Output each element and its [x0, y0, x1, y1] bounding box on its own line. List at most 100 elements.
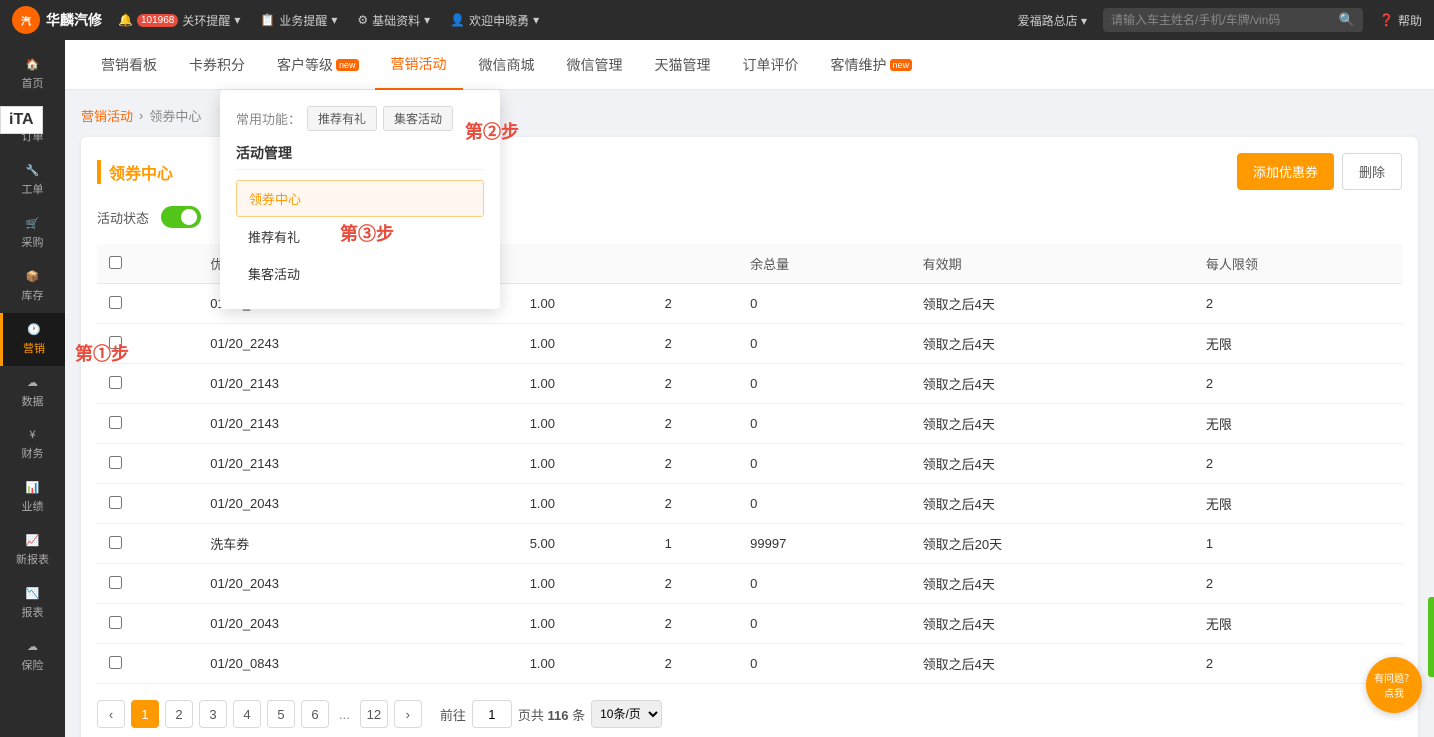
sidebar-item-reports[interactable]: 📉 报表 — [0, 577, 65, 630]
logo-icon: 汽 — [12, 6, 40, 34]
sidebar-item-finance[interactable]: ¥ 财务 — [0, 419, 65, 471]
sidebar-item-performance[interactable]: 📊 业绩 — [0, 471, 65, 524]
tab-card-points[interactable]: 卡券积分 — [173, 40, 261, 90]
row-checkbox-cell[interactable] — [97, 484, 198, 524]
tab-marketing-board[interactable]: 营销看板 — [85, 40, 173, 90]
sidebar-label-marketing: 营销 — [23, 340, 45, 356]
tab-customer-level[interactable]: 客户等级 new — [261, 40, 375, 90]
row-validity: 领取之后20天 — [911, 524, 1194, 564]
help-btn[interactable]: ❓ 帮助 — [1379, 12, 1422, 29]
row-col3 — [452, 524, 518, 564]
page-2-button[interactable]: 2 — [165, 700, 193, 728]
sidebar-item-new-reports[interactable]: 📈 新报表 — [0, 524, 65, 577]
row-name: 01/20_2043 — [198, 484, 452, 524]
row-checkbox[interactable] — [109, 576, 122, 589]
tab-customer-care[interactable]: 客情维护 new — [815, 40, 929, 90]
sidebar-label-home: 首页 — [22, 75, 44, 91]
tasks-btn[interactable]: 📋 业务提醒 ▾ — [260, 12, 337, 29]
dropdown-item-gather[interactable]: 集客活动 — [236, 256, 484, 291]
page-3-button[interactable]: 3 — [199, 700, 227, 728]
sidebar-item-insurance[interactable]: ☁ 保险 — [0, 630, 65, 683]
row-checkbox-cell[interactable] — [97, 444, 198, 484]
breadcrumb-current: 领券中心 — [149, 106, 201, 125]
page-5-button[interactable]: 5 — [267, 700, 295, 728]
search-icon[interactable]: 🔍 — [1339, 12, 1355, 28]
row-checkbox[interactable] — [109, 296, 122, 309]
dropdown-item-coupon[interactable]: 领券中心 — [236, 180, 484, 217]
tab-wechat-mgmt[interactable]: 微信管理 — [551, 40, 639, 90]
row-checkbox[interactable] — [109, 616, 122, 629]
second-nav-bar: 营销看板 卡券积分 客户等级 new 营销活动 微信商城 微信管理 天猫管理 订… — [65, 40, 1434, 90]
store-selector[interactable]: 爱福路总店 ▾ — [1018, 12, 1087, 29]
dropdown-tag-gather[interactable]: 集客活动 — [383, 106, 453, 131]
select-all-checkbox[interactable] — [109, 256, 122, 269]
col-remaining: 余总量 — [738, 244, 910, 284]
tab-wechat-mall[interactable]: 微信商城 — [463, 40, 551, 90]
page-4-button[interactable]: 4 — [233, 700, 261, 728]
search-input[interactable] — [1111, 13, 1333, 27]
settings-btn[interactable]: ⚙ 基础资料 ▾ — [357, 12, 430, 29]
row-checkbox-cell[interactable] — [97, 524, 198, 564]
goto-input[interactable] — [472, 700, 512, 728]
row-limit: 无限 — [1194, 324, 1402, 364]
sidebar-label-performance: 业绩 — [22, 498, 44, 514]
row-remaining: 0 — [738, 484, 910, 524]
row-checkbox[interactable] — [109, 416, 122, 429]
row-checkbox-cell[interactable] — [97, 604, 198, 644]
tab-marketing-activity[interactable]: 营销活动 — [375, 40, 463, 90]
tab-tmall-mgmt[interactable]: 天猫管理 — [639, 40, 727, 90]
search-bar[interactable]: 🔍 — [1103, 8, 1363, 32]
row-col5: 1 — [653, 524, 739, 564]
row-checkbox[interactable] — [109, 456, 122, 469]
breadcrumb-marketing[interactable]: 营销活动 — [81, 106, 133, 125]
row-limit: 2 — [1194, 364, 1402, 404]
row-checkbox-cell[interactable] — [97, 364, 198, 404]
section-title: 领券中心 — [97, 160, 173, 184]
row-remaining: 0 — [738, 404, 910, 444]
add-coupon-button[interactable]: 添加优惠券 — [1237, 153, 1334, 190]
activity-status-toggle[interactable] — [161, 206, 201, 228]
delete-button[interactable]: 删除 — [1342, 153, 1402, 190]
row-checkbox-cell[interactable] — [97, 404, 198, 444]
data-table: 优惠券 余总量 有效期 每人限领 01/20_2243 1.00 2 0 领取之… — [97, 244, 1402, 684]
row-validity: 领取之后4天 — [911, 484, 1194, 524]
logo[interactable]: 汽 华麟汽修 — [12, 6, 102, 34]
row-checkbox-cell[interactable] — [97, 644, 198, 684]
next-page-button[interactable]: › — [394, 700, 422, 728]
sidebar-item-inventory[interactable]: 📦 库存 — [0, 260, 65, 313]
notifications-btn[interactable]: 🔔 101968 关环提醒 ▾ — [118, 12, 240, 29]
dropdown-item-recommend[interactable]: 推荐有礼 — [236, 219, 484, 254]
sidebar-label-insurance: 保险 — [22, 657, 44, 673]
prev-page-button[interactable]: ‹ — [97, 700, 125, 728]
row-remaining: 0 — [738, 364, 910, 404]
gear-icon: ⚙ — [357, 13, 368, 27]
reports-icon: 📉 — [26, 587, 40, 600]
col-limit: 每人限领 — [1194, 244, 1402, 284]
row-validity: 领取之后4天 — [911, 284, 1194, 324]
row-checkbox[interactable] — [109, 656, 122, 669]
row-checkbox-cell[interactable] — [97, 324, 198, 364]
row-checkbox-cell[interactable] — [97, 564, 198, 604]
row-checkbox[interactable] — [109, 336, 122, 349]
store-chevron-icon: ▾ — [1081, 14, 1087, 28]
page-12-button[interactable]: 12 — [360, 700, 388, 728]
user-btn[interactable]: 👤 欢迎申晓勇 ▾ — [450, 12, 539, 29]
row-checkbox-cell[interactable] — [97, 284, 198, 324]
sidebar-item-marketing[interactable]: 🕐 营销 — [0, 313, 65, 366]
sidebar-item-home[interactable]: 🏠 首页 — [0, 48, 65, 101]
sidebar-item-workorders[interactable]: 🔧 工单 — [0, 154, 65, 207]
page-1-button[interactable]: 1 — [131, 700, 159, 728]
sidebar-item-purchase[interactable]: 🛒 采购 — [0, 207, 65, 260]
row-checkbox[interactable] — [109, 376, 122, 389]
row-col4: 1.00 — [518, 364, 653, 404]
row-checkbox[interactable] — [109, 536, 122, 549]
page-6-button[interactable]: 6 — [301, 700, 329, 728]
row-name: 01/20_2043 — [198, 564, 452, 604]
sidebar-item-data[interactable]: ☁ 数据 — [0, 366, 65, 419]
row-checkbox[interactable] — [109, 496, 122, 509]
help-bubble[interactable]: 有问题？ 点我 — [1366, 657, 1422, 713]
tab-order-review[interactable]: 订单评价 — [727, 40, 815, 90]
row-remaining: 0 — [738, 444, 910, 484]
page-size-select[interactable]: 10条/页 20条/页 50条/页 — [591, 700, 662, 728]
dropdown-tag-recommend[interactable]: 推荐有礼 — [307, 106, 377, 131]
